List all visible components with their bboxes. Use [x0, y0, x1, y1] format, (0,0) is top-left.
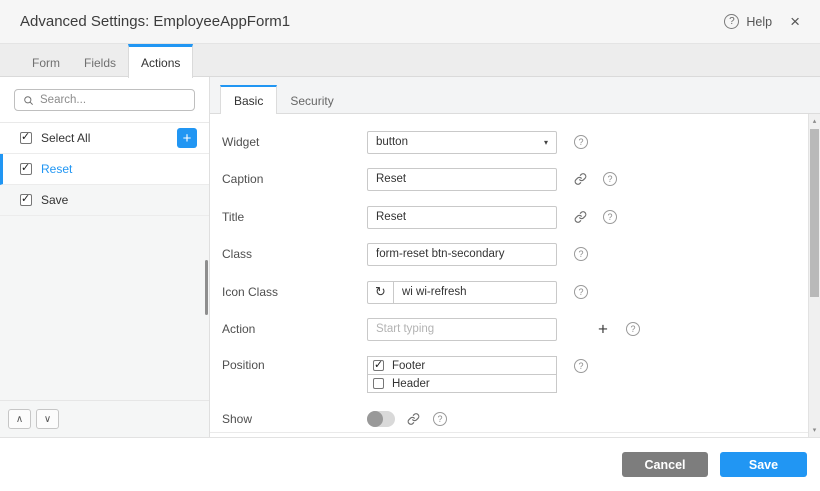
icon-class-help-icon[interactable]: ? — [574, 285, 588, 299]
sidebar-item-reset[interactable]: Reset — [0, 154, 209, 185]
icon-class-input[interactable] — [394, 286, 556, 298]
sidebar-scrollbar-thumb[interactable] — [205, 260, 208, 315]
help-icon[interactable]: ? — [724, 14, 739, 29]
basic-settings-panel: Widget button ▾ ? Caption — [210, 114, 820, 437]
link-icon — [407, 413, 420, 426]
search-icon — [23, 95, 34, 106]
caption-bind-icon[interactable] — [574, 173, 587, 186]
icon-preview-button[interactable]: ↻ — [368, 282, 394, 303]
class-label: Class — [222, 247, 367, 261]
link-icon — [574, 173, 587, 186]
title-row: Title ? — [222, 205, 782, 229]
title-input[interactable] — [367, 206, 557, 229]
show-help-icon[interactable]: ? — [433, 412, 447, 426]
show-toggle[interactable] — [367, 411, 395, 427]
tab-fields[interactable]: Fields — [72, 44, 128, 78]
position-row: Position Footer Header ? — [222, 356, 782, 393]
help-link[interactable]: Help — [746, 15, 772, 29]
caption-label: Caption — [222, 172, 367, 186]
class-help-icon[interactable]: ? — [574, 247, 588, 261]
position-option-footer[interactable]: Footer — [367, 356, 557, 375]
chevron-up-icon: ∧ — [16, 414, 23, 425]
widget-row: Widget button ▾ ? — [222, 130, 782, 154]
titlebar-actions: ? Help × — [724, 13, 800, 30]
move-up-button[interactable]: ∧ — [8, 409, 31, 429]
toggle-knob — [367, 411, 383, 427]
add-action-button[interactable]: + — [177, 128, 197, 148]
sidebar-reorder-bar: ∧ ∨ — [0, 400, 209, 437]
widget-help-icon[interactable]: ? — [574, 135, 588, 149]
widget-label: Widget — [222, 135, 367, 149]
icon-class-row: Icon Class ↻ ? — [222, 280, 782, 304]
scroll-down-icon[interactable]: ▾ — [809, 424, 820, 436]
class-input[interactable] — [367, 243, 557, 266]
scrollbar-thumb[interactable] — [810, 129, 819, 297]
show-row: Show ? — [222, 407, 782, 431]
move-down-button[interactable]: ∨ — [36, 409, 59, 429]
select-all-checkbox[interactable] — [20, 132, 32, 144]
scroll-up-icon[interactable]: ▴ — [809, 115, 820, 127]
action-settings-content: Basic Security Widget button ▾ ? Caption — [210, 77, 820, 437]
position-option-header[interactable]: Header — [367, 374, 557, 393]
reset-label: Reset — [41, 162, 72, 176]
dialog-footer: Cancel Save — [0, 437, 820, 491]
chevron-down-icon: ▾ — [544, 138, 548, 147]
action-label: Action — [222, 322, 367, 336]
show-label: Show — [222, 412, 367, 426]
footer-option-label: Footer — [392, 360, 425, 372]
select-all-row[interactable]: Select All + — [0, 123, 209, 154]
content-scrollbar[interactable]: ▴ ▾ — [808, 114, 820, 437]
header-option-label: Header — [392, 378, 430, 390]
caption-row: Caption ? — [222, 167, 782, 191]
icon-class-label: Icon Class — [222, 285, 367, 299]
position-label: Position — [222, 356, 367, 375]
tab-security[interactable]: Security — [277, 85, 346, 114]
cancel-button[interactable]: Cancel — [622, 452, 708, 477]
header-checkbox[interactable] — [373, 378, 384, 389]
add-event-icon[interactable]: + — [598, 321, 608, 338]
widget-value: button — [376, 136, 408, 148]
action-input[interactable] — [367, 318, 557, 341]
settings-tab-bar: Basic Security — [210, 85, 820, 114]
select-all-label: Select All — [41, 131, 90, 145]
caption-help-icon[interactable]: ? — [603, 172, 617, 186]
dialog-titlebar: Advanced Settings: EmployeeAppForm1 ? He… — [0, 0, 820, 44]
close-icon[interactable]: × — [790, 13, 800, 30]
title-bind-icon[interactable] — [574, 211, 587, 224]
footer-checkbox[interactable] — [373, 360, 384, 371]
refresh-icon: ↻ — [375, 285, 386, 300]
link-icon — [574, 211, 587, 224]
show-bind-icon[interactable] — [407, 413, 420, 426]
widget-select[interactable]: button ▾ — [367, 131, 557, 154]
position-help-icon[interactable]: ? — [574, 359, 588, 373]
action-help-icon[interactable]: ? — [626, 322, 640, 336]
tab-form[interactable]: Form — [20, 44, 72, 78]
panel-bottom-divider — [210, 432, 808, 433]
save-label: Save — [41, 193, 68, 207]
reset-checkbox[interactable] — [20, 163, 32, 175]
actions-sidebar: Select All + Reset Save ∧ ∨ — [0, 77, 210, 437]
main-tab-bar: Form Fields Actions — [0, 44, 820, 77]
search-input[interactable] — [40, 94, 186, 106]
search-area — [0, 77, 209, 123]
dialog-title: Advanced Settings: EmployeeAppForm1 — [20, 13, 290, 30]
tab-basic[interactable]: Basic — [220, 85, 277, 114]
search-box[interactable] — [14, 89, 195, 111]
position-options: Footer Header — [367, 356, 557, 393]
action-row: Action + ? — [222, 317, 782, 341]
save-button[interactable]: Save — [720, 452, 807, 477]
advanced-settings-dialog: Advanced Settings: EmployeeAppForm1 ? He… — [0, 0, 820, 491]
icon-class-field: ↻ — [367, 281, 557, 304]
title-label: Title — [222, 210, 367, 224]
dialog-body: Select All + Reset Save ∧ ∨ — [0, 77, 820, 437]
tab-actions[interactable]: Actions — [128, 44, 193, 78]
save-checkbox[interactable] — [20, 194, 32, 206]
sidebar-item-save[interactable]: Save — [0, 185, 209, 216]
chevron-down-icon: ∨ — [44, 414, 51, 425]
class-row: Class ? — [222, 242, 782, 266]
caption-input[interactable] — [367, 168, 557, 191]
title-help-icon[interactable]: ? — [603, 210, 617, 224]
